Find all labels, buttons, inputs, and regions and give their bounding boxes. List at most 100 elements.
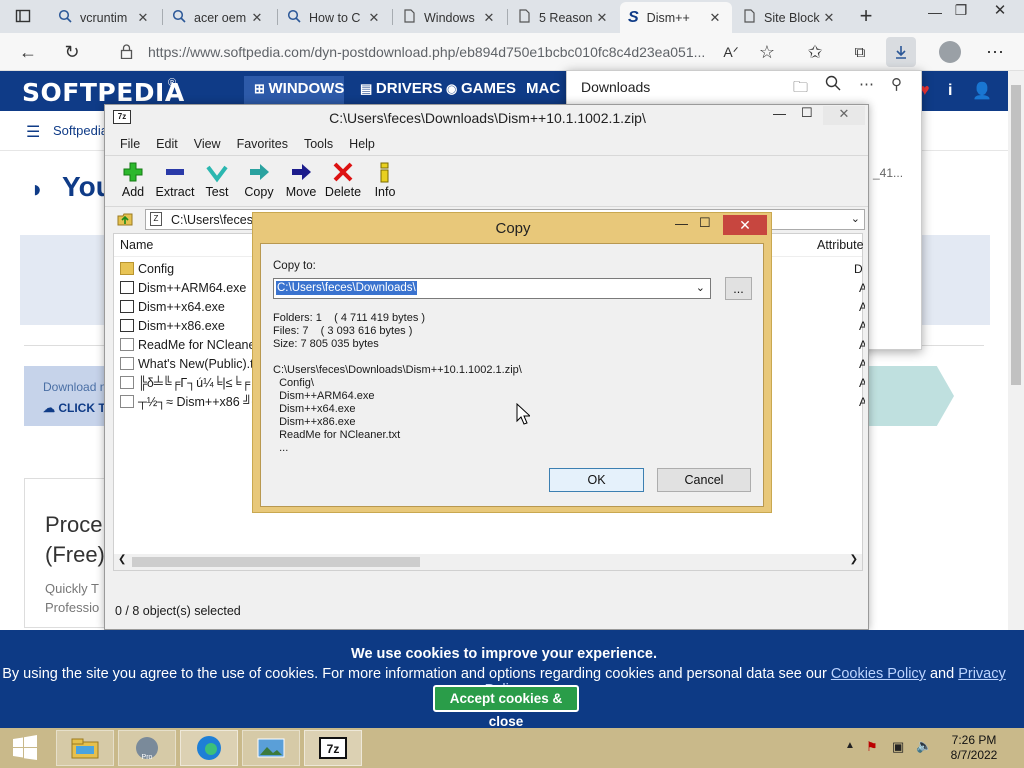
source-line: ...: [273, 442, 289, 454]
menu-file[interactable]: File: [112, 137, 148, 151]
file-row[interactable]: ReadMe for NCleaner.: [120, 335, 262, 354]
menu-help[interactable]: Help: [341, 137, 383, 151]
refresh-icon[interactable]: ↻: [57, 37, 87, 67]
download-item-fragment[interactable]: _41...: [873, 166, 903, 180]
nav-games[interactable]: ◉ GAMES: [446, 80, 516, 97]
clock[interactable]: 7:26 PM 8/7/2022: [946, 733, 1002, 763]
read-aloud-icon[interactable]: Aᐟ: [716, 37, 746, 67]
folder-icon[interactable]: 🗀: [793, 77, 808, 102]
tab-dism-active[interactable]: S Dism++ ✕: [620, 2, 732, 33]
ok-button[interactable]: OK: [549, 468, 644, 492]
minimize-icon[interactable]: —: [675, 216, 688, 231]
delete-button[interactable]: Delete: [321, 161, 365, 199]
url-field[interactable]: https://www.softpedia.com/dyn-postdownlo…: [104, 38, 730, 66]
close-tab-icon[interactable]: ✕: [593, 10, 611, 26]
destination-combo[interactable]: C:\Users\feces\Downloads\ ⌄: [273, 278, 711, 299]
tab-5-reasons[interactable]: 5 Reason ✕: [509, 2, 619, 33]
scroll-right-icon[interactable]: ❯: [850, 554, 858, 565]
horizontal-scrollbar[interactable]: ❮ ❯: [114, 554, 862, 570]
move-button[interactable]: Move: [279, 161, 323, 199]
tab-actions-icon[interactable]: [8, 1, 38, 31]
more-menu-icon[interactable]: ⋯: [980, 37, 1010, 67]
hamburger-icon[interactable]: ☰: [26, 122, 40, 142]
back-icon[interactable]: ←: [13, 37, 43, 67]
file-row[interactable]: Dism++x64.exe: [120, 297, 225, 316]
pin-icon[interactable]: ⚲: [891, 75, 902, 93]
scrollbar-thumb[interactable]: [132, 557, 420, 567]
google-earth-pro-icon[interactable]: Pro: [118, 730, 176, 766]
favorites-icon[interactable]: ✩: [800, 37, 830, 67]
maximize-icon[interactable]: ☐: [699, 215, 711, 231]
close-icon[interactable]: ✕: [723, 215, 767, 235]
close-tab-icon[interactable]: ✕: [248, 10, 266, 26]
volume-icon[interactable]: 🔈: [916, 738, 932, 754]
column-attributes[interactable]: Attribute: [817, 238, 865, 252]
tab-how-to[interactable]: How to C ✕: [279, 2, 391, 33]
more-icon[interactable]: ⋯: [859, 75, 874, 93]
chevron-down-icon[interactable]: ⌄: [696, 281, 705, 294]
nav-mac[interactable]: MAC: [526, 80, 560, 97]
nav-drivers[interactable]: ▤ DRIVERS: [360, 80, 443, 97]
softpedia-logo[interactable]: SOFTPEDIA: [22, 78, 185, 107]
user-icon[interactable]: 👤: [972, 81, 992, 101]
tray-expand-icon[interactable]: ▲: [845, 740, 855, 751]
test-button[interactable]: Test: [195, 161, 239, 199]
destination-text[interactable]: C:\Users\feces\Downloads\: [276, 281, 417, 295]
browse-button[interactable]: ...: [725, 277, 752, 300]
tab-site-block[interactable]: Site Block ✕: [734, 2, 846, 33]
breadcrumb[interactable]: Softpedia: [53, 123, 108, 138]
tab-windows[interactable]: Windows ✕: [394, 2, 506, 33]
file-row[interactable]: ┬½┐≈ Dism++x86 ╝┐: [120, 392, 261, 411]
menu-edit[interactable]: Edit: [148, 137, 186, 151]
network-icon[interactable]: ▣: [892, 739, 904, 755]
close-window-icon[interactable]: ✕: [985, 0, 1015, 25]
close-tab-icon[interactable]: ✕: [365, 10, 383, 26]
info-button[interactable]: Info: [363, 161, 407, 199]
file-row[interactable]: Config: [120, 259, 174, 278]
scrollbar-thumb[interactable]: [1011, 85, 1021, 385]
profile-avatar[interactable]: [935, 37, 965, 67]
tab-vcruntime[interactable]: vcruntim ✕: [50, 2, 160, 33]
cancel-button[interactable]: Cancel: [657, 468, 751, 492]
close-tab-icon[interactable]: ✕: [706, 10, 724, 26]
downloads-icon[interactable]: [886, 37, 916, 67]
file-row[interactable]: Dism++ARM64.exe: [120, 278, 246, 297]
download-box[interactable]: [24, 366, 114, 426]
minimize-icon[interactable]: —: [773, 106, 786, 121]
file-row[interactable]: What's New(Public).tx: [120, 354, 260, 373]
add-favorite-icon[interactable]: ☆: [752, 37, 782, 67]
maximize-icon[interactable]: ☐: [801, 105, 813, 121]
folder-up-icon[interactable]: [117, 211, 133, 230]
collections-icon[interactable]: ⧉: [845, 37, 875, 67]
restore-icon[interactable]: ❐: [946, 0, 976, 25]
info-icon[interactable]: i: [948, 82, 952, 100]
tab-acer-oem[interactable]: acer oem ✕: [164, 2, 274, 33]
file-row[interactable]: Dism++x86.exe: [120, 316, 225, 335]
cookies-policy-link[interactable]: Cookies Policy: [831, 666, 926, 682]
close-icon[interactable]: ✕: [823, 106, 865, 125]
extract-button[interactable]: Extract: [153, 161, 197, 199]
start-button[interactable]: [0, 730, 50, 766]
accept-cookies-button[interactable]: Accept cookies & close: [433, 685, 579, 729]
close-tab-icon[interactable]: ✕: [820, 10, 838, 26]
menu-view[interactable]: View: [186, 137, 229, 151]
action-center-icon[interactable]: ⚑: [866, 739, 878, 755]
7zip-icon[interactable]: 7z: [304, 730, 362, 766]
edge-icon[interactable]: [180, 730, 238, 766]
add-button[interactable]: Add: [111, 161, 155, 199]
new-tab-icon[interactable]: +: [851, 1, 881, 31]
close-tab-icon[interactable]: ✕: [480, 10, 498, 26]
close-tab-icon[interactable]: ✕: [134, 10, 152, 26]
copy-button[interactable]: Copy: [237, 161, 281, 199]
search-icon[interactable]: [825, 75, 841, 94]
column-name[interactable]: Name: [120, 238, 153, 252]
file-row[interactable]: ╠δ╧╚╒Γ┐ú¼╘|≤╘╒: [120, 373, 250, 392]
file-explorer-icon[interactable]: [56, 730, 114, 766]
nav-windows[interactable]: ⊞ WINDOWS: [254, 80, 344, 97]
chevron-down-icon[interactable]: ⌄: [851, 212, 860, 225]
photos-icon[interactable]: [242, 730, 300, 766]
scroll-left-icon[interactable]: ❮: [118, 554, 126, 565]
menu-favorites[interactable]: Favorites: [229, 137, 296, 151]
menu-tools[interactable]: Tools: [296, 137, 341, 151]
promo-desc-2: Professio: [45, 600, 100, 615]
